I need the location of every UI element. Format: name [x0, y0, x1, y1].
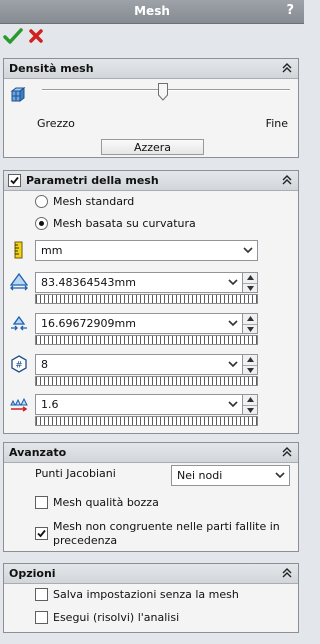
growth-ratio-slider[interactable]	[35, 416, 258, 426]
chevron-down-icon	[228, 320, 238, 327]
min-size-slider[interactable]	[35, 335, 258, 345]
collapse-icon[interactable]	[281, 446, 293, 458]
circle-elements-input[interactable]: 8	[35, 354, 243, 375]
min-element-size-icon	[11, 315, 27, 331]
max-element-size-icon	[10, 273, 28, 291]
checkmark-icon[interactable]	[3, 26, 23, 46]
params-checkbox[interactable]	[8, 174, 21, 187]
svg-text:#: #	[15, 361, 23, 371]
chevron-down-icon	[243, 247, 253, 254]
draft-quality-checkbox[interactable]	[35, 496, 48, 509]
options-title: Opzioni	[9, 567, 56, 580]
max-size-spinner[interactable]	[242, 272, 258, 293]
growth-ratio-icon	[10, 397, 28, 412]
max-size-slider[interactable]	[35, 294, 258, 304]
params-header[interactable]: Parametri della mesh	[4, 171, 298, 191]
chevron-down-icon	[228, 361, 238, 368]
advanced-title: Avanzato	[9, 446, 67, 459]
incompatible-mesh-label-line2: precedenza	[53, 534, 118, 547]
density-slider-thumb[interactable]	[158, 83, 168, 101]
advanced-panel: Avanzato Punti Jacobiani Nei nodi Mesh q…	[3, 442, 299, 552]
window-title: Mesh	[134, 4, 170, 18]
chevron-down-icon	[228, 279, 238, 286]
save-settings-label: Salva impostazioni senza la mesh	[53, 588, 239, 601]
radio-standard-label: Mesh standard	[53, 195, 135, 208]
density-header[interactable]: Densità mesh	[4, 59, 298, 79]
collapse-icon[interactable]	[281, 62, 293, 74]
unit-value: mm	[41, 244, 63, 257]
collapse-icon[interactable]	[281, 567, 293, 579]
draft-quality-label: Mesh qualità bozza	[53, 496, 159, 509]
incompatible-mesh-checkbox[interactable]	[35, 527, 48, 540]
circle-elements-value: 8	[41, 358, 48, 371]
title-bar: Mesh ?	[0, 0, 304, 24]
growth-ratio-input[interactable]: 1.6	[35, 394, 243, 415]
save-settings-checkbox[interactable]	[35, 588, 48, 601]
max-size-value: 83.48364543mm	[41, 276, 136, 289]
density-title: Densità mesh	[9, 62, 94, 75]
jacobian-select[interactable]: Nei nodi	[171, 465, 290, 486]
params-panel: Parametri della mesh Mesh standard Mesh …	[3, 170, 299, 434]
chevron-down-icon	[228, 401, 238, 408]
unit-select[interactable]: mm	[35, 240, 258, 261]
circle-elements-spinner[interactable]	[242, 354, 258, 375]
params-title: Parametri della mesh	[26, 174, 159, 187]
options-panel: Opzioni Salva impostazioni senza la mesh…	[3, 563, 299, 633]
jacobian-label: Punti Jacobiani	[35, 467, 116, 480]
coarse-label: Grezzo	[37, 117, 75, 130]
collapse-icon[interactable]	[281, 174, 293, 186]
close-icon[interactable]	[28, 28, 44, 44]
radio-curvature[interactable]	[35, 217, 48, 230]
min-size-spinner[interactable]	[242, 313, 258, 334]
radio-curvature-label: Mesh basata su curvatura	[53, 217, 196, 230]
mesh-density-icon	[10, 87, 26, 102]
fine-label: Fine	[265, 117, 288, 130]
reset-button[interactable]: Azzera	[101, 139, 204, 155]
radio-standard[interactable]	[35, 195, 48, 208]
min-size-input[interactable]: 16.69672909mm	[35, 313, 243, 334]
circle-elements-icon: #	[11, 355, 27, 373]
advanced-header[interactable]: Avanzato	[4, 443, 298, 463]
chevron-down-icon	[275, 472, 285, 479]
help-button[interactable]: ?	[286, 3, 294, 18]
min-size-value: 16.69672909mm	[41, 317, 136, 330]
reset-button-label: Azzera	[133, 141, 172, 154]
run-analysis-label: Esegui (risolvi) l'analisi	[53, 611, 180, 624]
growth-ratio-value: 1.6	[41, 398, 59, 411]
ruler-icon	[14, 241, 23, 259]
run-analysis-checkbox[interactable]	[35, 611, 48, 624]
jacobian-value: Nei nodi	[177, 469, 223, 482]
circle-elements-slider[interactable]	[35, 376, 258, 386]
incompatible-mesh-label-line1: Mesh non congruente nelle parti fallite …	[53, 520, 280, 533]
action-row	[0, 24, 304, 50]
max-size-input[interactable]: 83.48364543mm	[35, 272, 243, 293]
density-panel: Densità mesh Grezzo Fine Azzera	[3, 58, 299, 158]
growth-ratio-spinner[interactable]	[242, 394, 258, 415]
options-header[interactable]: Opzioni	[4, 564, 298, 584]
